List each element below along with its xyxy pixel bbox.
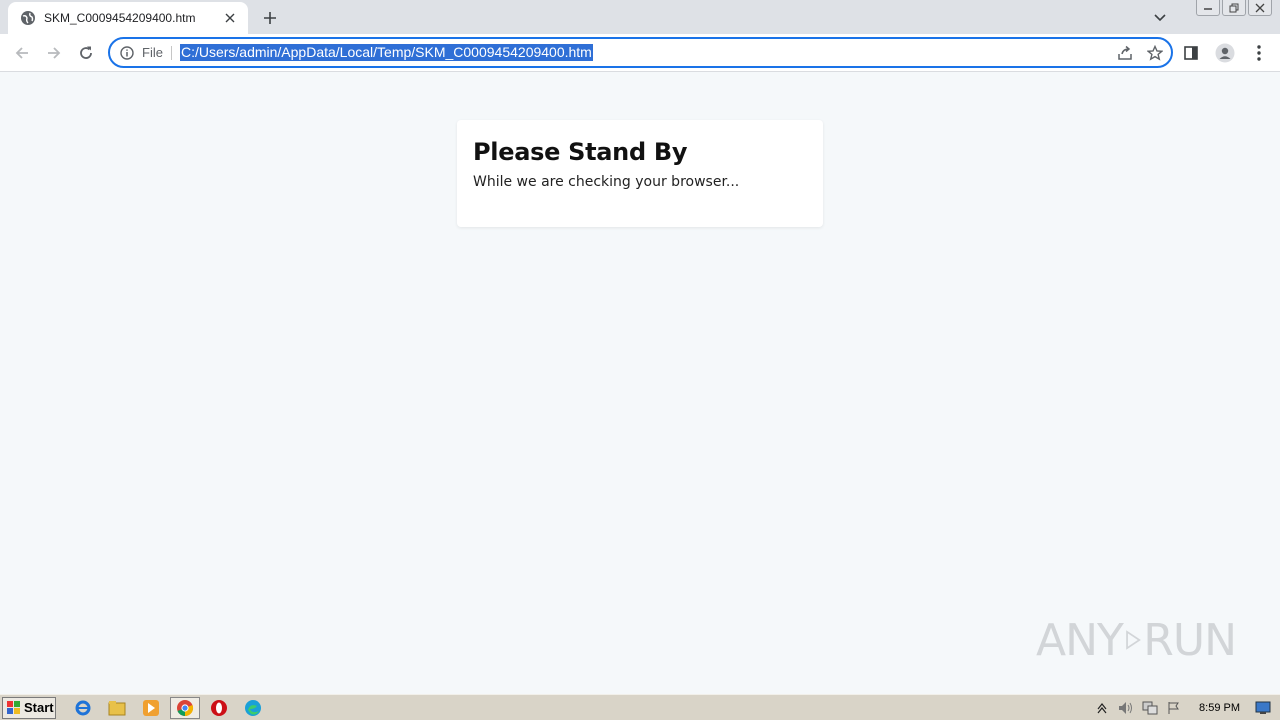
scheme-label: File <box>142 45 172 60</box>
info-icon[interactable] <box>118 44 136 62</box>
reload-button[interactable] <box>73 40 99 66</box>
edge-icon[interactable] <box>238 697 268 719</box>
window-controls <box>1196 0 1272 16</box>
volume-icon[interactable] <box>1117 699 1135 717</box>
watermark-right: RUN <box>1143 614 1237 666</box>
tab-strip: SKM_C0009454209400.htm <box>0 0 1280 34</box>
share-icon[interactable] <box>1115 43 1135 63</box>
restore-button[interactable] <box>1222 0 1246 16</box>
watermark-left: ANY <box>1036 614 1124 666</box>
play-logo-icon <box>1126 630 1141 650</box>
close-window-button[interactable] <box>1248 0 1272 16</box>
browser-toolbar: File C:/Users/admin/AppData/Local/Temp/S… <box>0 34 1280 72</box>
explorer-icon[interactable] <box>102 697 132 719</box>
media-player-icon[interactable] <box>136 697 166 719</box>
forward-button[interactable] <box>41 40 67 66</box>
status-message: While we are checking your browser... <box>473 174 740 190</box>
back-button[interactable] <box>9 40 35 66</box>
chevron-down-icon[interactable] <box>1150 8 1170 28</box>
new-tab-button[interactable] <box>258 6 282 30</box>
minimize-button[interactable] <box>1196 0 1220 16</box>
anyrun-watermark: ANY RUN <box>1036 608 1237 672</box>
windows-flag-icon <box>7 700 20 714</box>
profile-avatar-icon[interactable] <box>1212 40 1238 66</box>
show-desktop-icon[interactable] <box>1254 699 1272 717</box>
start-button[interactable]: Start <box>2 696 56 719</box>
url-text[interactable]: C:/Users/admin/AppData/Local/Temp/SKM_C0… <box>179 44 593 61</box>
menu-kebab-icon[interactable] <box>1246 40 1272 66</box>
globe-icon <box>20 10 36 26</box>
bookmark-star-icon[interactable] <box>1145 43 1165 63</box>
action-center-flag-icon[interactable] <box>1165 699 1183 717</box>
start-label: Start <box>24 700 54 715</box>
address-bar[interactable]: File C:/Users/admin/AppData/Local/Temp/S… <box>108 37 1173 68</box>
tab-title: SKM_C0009454209400.htm <box>44 11 196 25</box>
browser-tab[interactable]: SKM_C0009454209400.htm <box>8 2 248 34</box>
page-heading: Please Stand By <box>473 138 688 166</box>
show-hidden-icons-icon[interactable] <box>1093 699 1111 717</box>
standby-card: Please Stand By While we are checking yo… <box>457 120 823 227</box>
opera-icon[interactable] <box>204 697 234 719</box>
ie-icon[interactable] <box>68 697 98 719</box>
close-tab-icon[interactable] <box>222 10 238 26</box>
chrome-icon[interactable] <box>170 696 200 719</box>
taskbar: Start 8:59 PM <box>0 694 1280 720</box>
clock[interactable]: 8:59 PM <box>1199 699 1240 717</box>
network-icon[interactable] <box>1141 699 1159 717</box>
side-panel-icon[interactable] <box>1178 40 1204 66</box>
system-tray: 8:59 PM <box>1093 695 1280 720</box>
